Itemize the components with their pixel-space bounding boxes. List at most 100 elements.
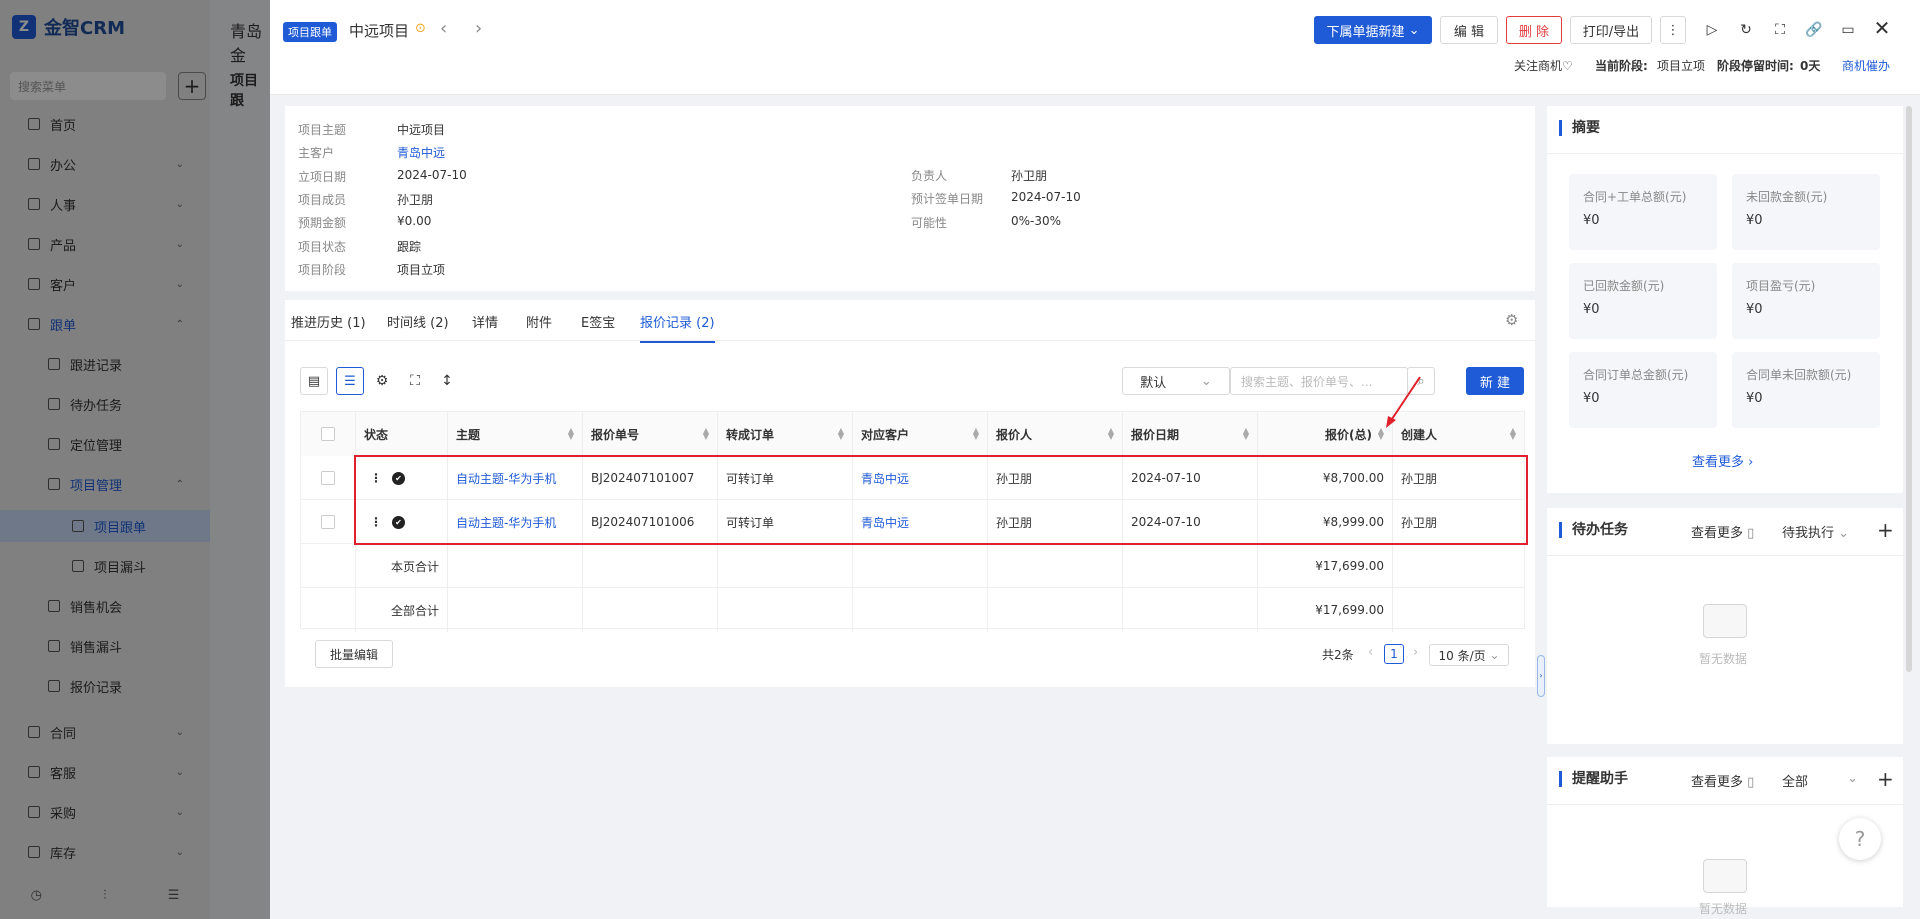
nav-item-service[interactable]: 客服 ⌄ — [0, 756, 210, 788]
cube-icon — [28, 238, 40, 250]
col-quoter[interactable]: 报价人 ▲ ▼ — [988, 412, 1123, 456]
nav-label: 首页 — [50, 118, 77, 134]
sliders-icon[interactable]: ⫶ — [103, 888, 106, 903]
col-date[interactable]: 报价日期 ▲ ▼ — [1123, 412, 1258, 456]
col-subject[interactable]: 主题 ▲ ▼ — [448, 412, 583, 456]
todo-filter-select[interactable]: 待我执行 ⌄ — [1782, 522, 1849, 541]
delete-button[interactable]: 删 除 — [1506, 16, 1562, 44]
next-icon[interactable]: › — [475, 18, 482, 39]
tab-details[interactable]: 详情 — [472, 312, 498, 331]
menu-search-input[interactable]: 搜索菜单 — [10, 72, 166, 100]
sort-icon[interactable]: ▲ ▼ — [1510, 427, 1516, 441]
nav-item-purchase[interactable]: 采购 ⌄ — [0, 796, 210, 828]
tab-esign[interactable]: E签宝 — [581, 312, 615, 331]
sort-icon[interactable]: ▲ ▼ — [1108, 427, 1114, 441]
nav-item-contract[interactable]: 合同 ⌄ — [0, 716, 210, 748]
page-number-current[interactable]: 1 — [1384, 644, 1404, 664]
empty-cell — [448, 544, 583, 588]
link-icon[interactable]: 🔗 — [1804, 20, 1824, 40]
customer-link[interactable]: 青岛中远 — [397, 144, 445, 161]
nav-item-home[interactable]: 首页 — [0, 108, 210, 140]
col-total[interactable]: 报价(总) ▲ ▼ — [1258, 412, 1393, 456]
list-view-icon[interactable]: ☰ — [336, 367, 364, 395]
tab-quote-records[interactable]: 报价记录 (2) — [640, 312, 715, 343]
fullscreen-icon[interactable]: ⛶ — [405, 371, 425, 391]
page-size-select[interactable]: 10 条/页 ⌄ — [1429, 644, 1509, 666]
nav-item-follow-records[interactable]: 跟进记录 — [0, 348, 210, 380]
nav-item-todo[interactable]: 待办任务 — [0, 388, 210, 420]
sort-icon[interactable]: ▲ ▼ — [1243, 427, 1249, 441]
summary-more-link[interactable]: 查看更多 › — [1692, 451, 1753, 470]
reminder-filter-select[interactable]: 全部 — [1782, 771, 1808, 790]
nav-item-project-mgmt[interactable]: 项目管理 ⌃ — [0, 468, 210, 500]
nav-item-inventory[interactable]: 库存 ⌄ — [0, 836, 210, 868]
select-all-checkbox[interactable] — [321, 427, 335, 441]
sort-icon[interactable]: ▲ ▼ — [568, 427, 574, 441]
nav-item-location[interactable]: 定位管理 — [0, 428, 210, 460]
close-icon[interactable]: ✕ — [1872, 16, 1892, 40]
print-export-button[interactable]: 打印/导出 — [1570, 16, 1652, 44]
todo-more-link[interactable]: 查看更多 ▯ — [1691, 522, 1754, 541]
prev-icon[interactable]: ‹ — [440, 18, 447, 39]
add-task-icon[interactable]: + — [1877, 518, 1894, 542]
nav-item-product[interactable]: 产品 ⌄ — [0, 228, 210, 260]
new-sub-document-button[interactable]: 下属单据新建 ⌄ — [1314, 16, 1432, 44]
empty-cell — [988, 544, 1123, 588]
history-icon[interactable]: ◷ — [31, 888, 42, 903]
nav-item-hr[interactable]: 人事 ⌄ — [0, 188, 210, 220]
fullscreen-icon[interactable]: ⛶ — [1770, 20, 1790, 40]
add-reminder-icon[interactable]: + — [1877, 767, 1894, 791]
new-quote-button[interactable]: 新 建 — [1466, 367, 1524, 395]
settings-icon[interactable]: ⚙ — [1505, 311, 1518, 329]
sort-icon[interactable]: ▲ ▼ — [838, 427, 844, 441]
empty-cell — [301, 544, 356, 588]
opportunity-urge-link[interactable]: 商机催办 — [1842, 57, 1890, 74]
settings-icon[interactable]: ⚙ — [372, 371, 392, 391]
sort-icon[interactable]: ▲ ▼ — [703, 427, 709, 441]
nav-item-quotes[interactable]: 报价记录 — [0, 670, 210, 702]
filter-select[interactable]: 默认 ⌄ — [1122, 367, 1230, 395]
collapse-menu-icon[interactable]: ☰ — [168, 888, 180, 903]
sort-icon[interactable]: ▲ ▼ — [973, 427, 979, 441]
more-vertical-icon[interactable]: ⋮ — [1660, 16, 1686, 44]
nav-item-customer[interactable]: 客户 ⌄ — [0, 268, 210, 300]
play-icon[interactable]: ⊙ — [415, 21, 426, 36]
window-icon[interactable]: ▭ — [1838, 20, 1858, 40]
page-prev-icon[interactable]: ‹ — [1368, 645, 1373, 660]
chevron-down-icon[interactable]: ⌄ — [1847, 771, 1858, 786]
nav-item-sales-funnel[interactable]: 销售漏斗 — [0, 630, 210, 662]
tab-timeline[interactable]: 时间线 (2) — [387, 312, 449, 331]
nav-item-office[interactable]: 办公 ⌄ — [0, 148, 210, 180]
help-icon[interactable]: ? — [1839, 818, 1881, 860]
col-customer[interactable]: 对应客户 ▲ ▼ — [853, 412, 988, 456]
row-checkbox-cell — [301, 456, 356, 500]
logo-icon: Z — [12, 15, 36, 39]
follow-opportunity-link[interactable]: 关注商机♡ — [1514, 57, 1573, 74]
scrollbar-thumb[interactable] — [1906, 106, 1912, 672]
nav-item-sales-opp[interactable]: 销售机会 — [0, 590, 210, 622]
panel-collapse-handle[interactable]: › — [1537, 655, 1545, 697]
page-next-icon[interactable]: › — [1413, 645, 1418, 660]
row-checkbox[interactable] — [321, 515, 335, 529]
stage-stay-value: 0天 — [1800, 59, 1821, 73]
empty-cell — [1123, 544, 1258, 588]
refresh-icon[interactable]: ↻ — [1736, 20, 1756, 40]
edit-button[interactable]: 编 辑 — [1440, 16, 1498, 44]
batch-edit-button[interactable]: 批量编辑 — [315, 640, 393, 668]
tab-progress-history[interactable]: 推进历史 (1) — [291, 312, 366, 331]
tab-attachments[interactable]: 附件 — [526, 312, 552, 331]
col-quote-no[interactable]: 报价单号 ▲ ▼ — [583, 412, 718, 456]
board-view-icon[interactable]: ▤ — [300, 367, 328, 395]
nav-item-follow[interactable]: 跟单 ⌃ — [0, 308, 210, 340]
empty-cell — [853, 544, 988, 588]
add-icon[interactable]: + — [178, 72, 206, 100]
row-checkbox[interactable] — [321, 471, 335, 485]
row-height-icon[interactable]: ↕ — [437, 371, 457, 391]
nav-item-project-funnel[interactable]: 项目漏斗 — [0, 550, 210, 582]
reminder-more-link[interactable]: 查看更多 ▯ — [1691, 771, 1754, 790]
col-convert-order[interactable]: 转成订单 ▲ ▼ — [718, 412, 853, 456]
select-all-checkbox-cell[interactable] — [301, 412, 356, 456]
nav-item-project-follow[interactable]: 项目跟单 — [0, 510, 210, 542]
summary-title: 摘要 — [1559, 120, 1600, 136]
play-circle-icon[interactable]: ▷ — [1702, 20, 1722, 40]
